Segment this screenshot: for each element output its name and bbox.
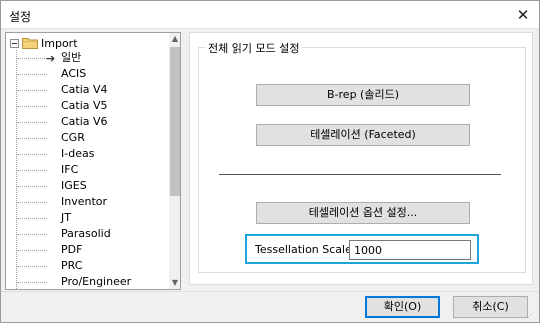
ok-button[interactable]: 확인(O) [365,296,440,318]
tree-item-label: Parasolid [61,227,111,240]
tree-item[interactable]: Catia V6 [6,114,166,130]
close-icon[interactable]: ✕ [513,5,533,25]
tree-item[interactable]: Parasolid [6,226,166,242]
settings-panel: 전체 읽기 모드 설정 B-rep (솔리드) 테셀레이션 (Faceted) … [189,32,533,285]
tree-item[interactable]: PDF [6,242,166,258]
tree-item[interactable]: JT [6,210,166,226]
arrow-right-icon: ➔ [46,52,56,65]
tree-root-import[interactable]: Import [10,36,78,50]
tree-item[interactable]: Catia V5 [6,98,166,114]
separator [219,174,501,175]
tree-item-label: ACIS [61,67,87,80]
tree-item-label: Catia V5 [61,99,108,112]
scroll-down-icon[interactable]: ▼ [169,277,180,289]
tree-item-label: Catia V6 [61,115,108,128]
tree-item-label: JT [61,211,71,224]
tree-item[interactable]: Pro/Engineer [6,274,166,289]
settings-dialog: 설정 ✕ Import ➔ 일반 ACIS Catia V4 Catia V5 Catia… [0,0,540,323]
cancel-button[interactable]: 취소(C) [453,296,528,318]
tessellation-options-button[interactable]: 테셀레이션 옵션 설정... [256,202,470,224]
tree-item[interactable]: ➔ 일반 [6,50,166,66]
settings-tree[interactable]: Import ➔ 일반 ACIS Catia V4 Catia V5 Catia V6 CG… [5,32,181,290]
resize-grip-icon[interactable]: ⋰ [527,310,537,320]
tree-item-list: ➔ 일반 ACIS Catia V4 Catia V5 Catia V6 CGR I-deas… [6,50,166,289]
tree-item[interactable]: Catia V4 [6,82,166,98]
tree-item-label: PRC [61,259,83,272]
tree-item[interactable]: CGR [6,130,166,146]
tree-item-label: I-deas [61,147,95,160]
title-bar: 설정 ✕ [1,1,539,29]
dialog-footer: 확인(O) 취소(C) ⋰ [1,291,539,322]
scroll-thumb[interactable] [170,47,180,196]
read-mode-group: 전체 읽기 모드 설정 B-rep (솔리드) 테셀레이션 (Faceted) … [198,40,526,273]
brep-solid-button[interactable]: B-rep (솔리드) [256,84,470,106]
tree-root-label: Import [41,36,78,50]
tree-item-label: CGR [61,131,85,144]
tree-item-label: IFC [61,163,79,176]
tree-item[interactable]: IGES [6,178,166,194]
tree-item-label: Pro/Engineer [61,275,132,288]
faceted-button[interactable]: 테셀레이션 (Faceted) [256,124,470,146]
tree-item-label: 일반 [61,51,82,64]
group-title: 전체 읽기 모드 설정 [205,40,303,56]
tessellation-scale-label: Tessellation Scale [255,243,352,256]
scroll-up-icon[interactable]: ▲ [169,33,180,45]
collapse-icon[interactable] [10,38,19,48]
folder-icon [22,38,38,49]
tree-item-label: PDF [61,243,83,256]
tree-item[interactable]: PRC [6,258,166,274]
tree-scrollbar[interactable]: ▲ ▼ [169,33,180,289]
tree-item[interactable]: Inventor [6,194,166,210]
tessellation-scale-box: Tessellation Scale [245,234,479,264]
tree-item[interactable]: I-deas [6,146,166,162]
tree-item-label: Inventor [61,195,108,208]
tree-item-label: Catia V4 [61,83,108,96]
window-title: 설정 [9,10,32,24]
tree-item-label: IGES [61,179,87,192]
tree-item[interactable]: ACIS [6,66,166,82]
tessellation-scale-input[interactable] [349,240,471,260]
tree-item[interactable]: IFC [6,162,166,178]
